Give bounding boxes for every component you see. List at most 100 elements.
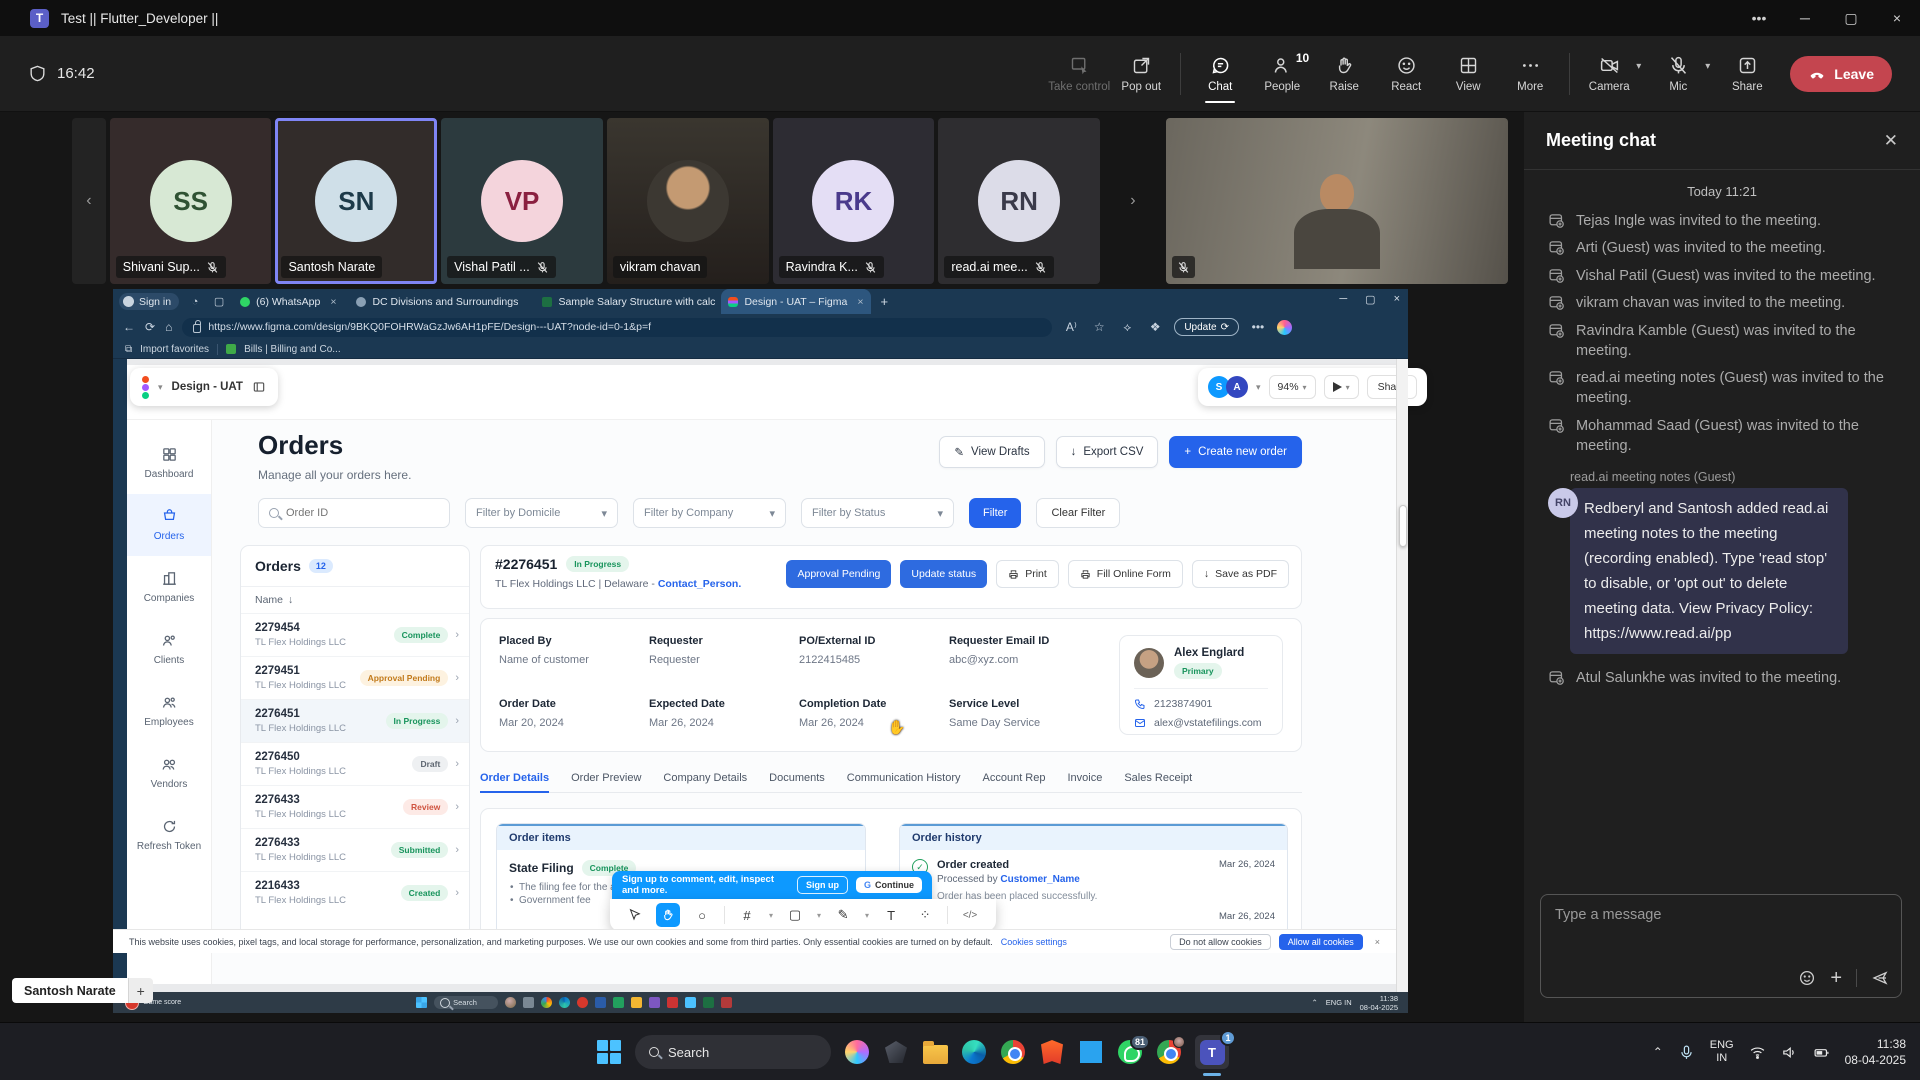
vscode-app-icon[interactable] [1078,1039,1104,1065]
sort-down-icon[interactable]: ↓ [288,594,293,606]
chat-button[interactable]: Chat [1189,43,1251,105]
message-input[interactable] [1555,907,1855,923]
frame-tool-icon[interactable]: # [735,903,759,927]
send-icon[interactable] [1871,969,1889,987]
tab-sales-receipt[interactable]: Sales Receipt [1124,772,1192,784]
contact-person-link[interactable]: Contact_Person. [658,578,741,590]
filter-domicile-select[interactable]: Filter by Domicile▾ [465,498,618,528]
raise-hand-button[interactable]: Raise [1313,43,1375,105]
components-tool-icon[interactable]: ⁘ [913,903,937,927]
deny-cookies-button[interactable]: Do not allow cookies [1170,934,1271,950]
tab-documents[interactable]: Documents [769,772,825,784]
zoom-control[interactable]: 94%▾ [1269,375,1316,399]
presenter-pin-button[interactable]: + [128,978,153,1003]
tab-account-rep[interactable]: Account Rep [983,772,1046,784]
cookie-settings-link[interactable]: Cookies settings [1001,937,1067,947]
window-minimize-button[interactable]: ─ [1782,0,1828,36]
update-status-button[interactable]: Update status [900,560,987,588]
browser-close-button[interactable]: × [1394,293,1400,306]
file-explorer-icon[interactable] [922,1039,948,1065]
order-row[interactable]: 2216433TL Flex Holdings LLC Created› [241,872,469,914]
emoji-icon[interactable] [1798,969,1816,987]
browser-profile-button[interactable]: Sign in [119,293,179,310]
tab-close-icon[interactable]: × [528,296,529,308]
back-icon[interactable]: ← [123,320,135,334]
hidden-icons-chevron[interactable]: ⌃ [1653,1045,1663,1059]
copilot-icon[interactable] [1277,320,1292,335]
print-button[interactable]: Print [996,560,1059,588]
read-aloud-icon[interactable]: A⁾ [1062,320,1080,334]
wifi-icon[interactable] [1749,1044,1766,1061]
browser-tab[interactable]: Sample Salary Structure with calc× [535,291,715,312]
contact-phone[interactable]: 2123874901 [1134,698,1268,710]
view-button[interactable]: View [1437,43,1499,105]
collections-icon[interactable]: ⟡ [1118,320,1136,335]
filter-apply-button[interactable]: Filter [969,498,1021,528]
present-button[interactable]: ▾ [1324,375,1359,399]
start-button[interactable] [596,1039,622,1065]
tab-order-preview[interactable]: Order Preview [571,772,641,784]
chrome-profile-app-icon[interactable] [1156,1039,1182,1065]
refresh-icon[interactable]: ⟳ [145,320,155,334]
filter-company-select[interactable]: Filter by Company▾ [633,498,786,528]
google-continue-button[interactable]: GContinue [856,877,922,893]
page-scrollbar[interactable] [1396,359,1408,992]
shape-tool-icon[interactable]: ○ [690,903,714,927]
window-close-button[interactable]: × [1874,0,1920,36]
fill-online-form-button[interactable]: Fill Online Form [1068,560,1183,588]
collaborator-avatar[interactable]: A [1226,376,1248,398]
chat-input-box[interactable]: + [1540,894,1902,998]
order-id-search[interactable] [258,498,450,528]
browser-tab-active[interactable]: Design - UAT – Figma× [721,289,870,314]
cookie-close-icon[interactable]: × [1375,937,1380,947]
sidebar-item-companies[interactable]: Companies [127,556,211,618]
window-maximize-button[interactable]: ▢ [1828,0,1874,36]
chevron-down-icon[interactable]: ▾ [158,382,163,393]
tab-communication-history[interactable]: Communication History [847,772,961,784]
sidebar-item-clients[interactable]: Clients [127,618,211,680]
browser-maximize-button[interactable]: ▢ [1365,293,1375,306]
volume-icon[interactable] [1781,1044,1798,1061]
language-indicator[interactable]: ENGIN [1710,1039,1734,1065]
tab-invoice[interactable]: Invoice [1067,772,1102,784]
extensions-icon[interactable]: ❖ [1146,320,1164,334]
customer-name-link[interactable]: Customer_Name [1000,874,1079,885]
taskbar-search[interactable]: Search [635,1035,831,1069]
bookmark-import[interactable]: Import favorites [140,344,209,355]
sidebar-item-orders[interactable]: Orders [127,494,211,556]
sidebar-item-dashboard[interactable]: Dashboard [127,432,211,494]
sidebar-item-refresh-token[interactable]: Refresh Token [127,804,211,866]
scrollbar-thumb[interactable] [1399,505,1407,547]
signup-button[interactable]: Sign up [797,876,848,894]
home-icon[interactable]: ⌂ [165,320,172,334]
hand-tool-icon[interactable] [656,903,680,927]
filter-status-select[interactable]: Filter by Status▾ [801,498,954,528]
browser-tab[interactable]: DC Divisions and Surroundings× [349,291,529,312]
order-id-input[interactable] [286,507,436,519]
chat-close-icon[interactable]: ✕ [1884,131,1898,151]
participant-tile[interactable]: SS Shivani Sup... [110,118,272,284]
battery-icon[interactable] [1813,1044,1830,1061]
favorites-star-icon[interactable]: ☆ [1090,320,1108,334]
filter-clear-button[interactable]: Clear Filter [1036,498,1120,528]
view-drafts-button[interactable]: ✎View Drafts [939,436,1044,468]
window-more-icon[interactable]: ••• [1736,0,1782,36]
participant-tile[interactable]: VP Vishal Patil ... [441,118,603,284]
bookmark-bills[interactable]: Bills | Billing and Co... [244,344,341,355]
edge-app-icon[interactable] [961,1039,987,1065]
participant-tile[interactable]: RN read.ai mee... [938,118,1100,284]
text-tool-icon[interactable]: T [879,903,903,927]
attach-plus-icon[interactable]: + [1830,969,1842,987]
move-tool-icon[interactable] [622,903,646,927]
allow-cookies-button[interactable]: Allow all cookies [1279,934,1363,950]
approval-pending-button[interactable]: Approval Pending [786,560,891,588]
leave-button[interactable]: Leave [1790,56,1892,92]
teams-app-icon[interactable]: T 1 [1195,1035,1229,1069]
strip-next-button[interactable]: › [1116,118,1150,284]
pen-tool-icon[interactable]: ✎ [831,903,855,927]
new-tab-button[interactable]: + [881,294,889,309]
order-row[interactable]: 2276450TL Flex Holdings LLC Draft› [241,743,469,786]
order-row[interactable]: 2276433TL Flex Holdings LLC Review› [241,786,469,829]
tab-close-icon[interactable]: × [857,296,863,308]
browser-more-icon[interactable]: ••• [1249,320,1267,334]
